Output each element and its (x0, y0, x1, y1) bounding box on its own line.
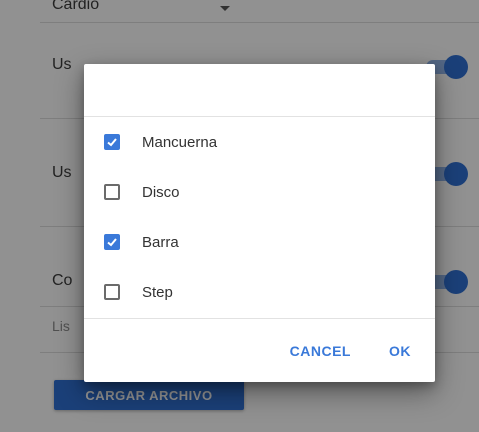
option-barra[interactable]: Barra (84, 217, 435, 267)
check-icon (107, 238, 117, 247)
dialog-bottom-divider (84, 318, 435, 319)
option-mancuerna[interactable]: Mancuerna (84, 117, 435, 167)
cancel-button[interactable]: CANCEL (278, 343, 363, 359)
equipment-multiselect-dialog: Mancuerna Disco Barra Step CANCEL OK (84, 64, 435, 382)
option-label: Mancuerna (142, 133, 218, 151)
checkbox-mancuerna[interactable] (104, 134, 120, 150)
option-disco[interactable]: Disco (84, 167, 435, 217)
checkbox-disco[interactable] (104, 184, 120, 200)
option-step[interactable]: Step (84, 267, 435, 317)
checkbox-step[interactable] (104, 284, 120, 300)
check-icon (107, 138, 117, 147)
dialog-actions: CANCEL OK (278, 334, 435, 368)
option-label: Disco (142, 183, 180, 201)
option-label: Step (142, 283, 173, 301)
option-label: Barra (142, 233, 179, 251)
ok-button[interactable]: OK (377, 343, 423, 359)
checkbox-barra[interactable] (104, 234, 120, 250)
